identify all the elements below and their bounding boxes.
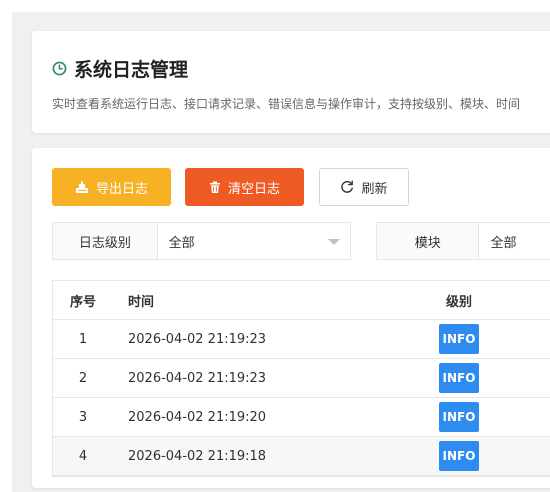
row-index: 1 — [78, 331, 88, 347]
level-badge: INFO — [439, 402, 479, 432]
clear-logs-button[interactable]: 清空日志 — [185, 168, 304, 206]
row-time: 2026-04-02 21:19:20 — [128, 409, 267, 425]
row-level-cell: INFO — [409, 441, 509, 471]
row-level-cell: INFO — [409, 324, 509, 354]
row-time: 2026-04-02 21:19:18 — [128, 448, 267, 464]
level-select-value: 全部 — [168, 235, 195, 251]
row-level-cell: INFO — [409, 363, 509, 393]
log-table: 序号 时间 级别 1 2026-04-02 21:19:23 INFO 2 20… — [52, 280, 550, 477]
trash-icon — [209, 181, 221, 194]
level-filter-label: 日志级别 — [53, 223, 158, 259]
chevron-down-icon — [328, 239, 340, 245]
table-row[interactable]: 2 2026-04-02 21:19:23 INFO — [53, 359, 550, 398]
table-row[interactable]: 3 2026-04-02 21:19:20 INFO — [53, 398, 550, 437]
column-header-level: 级别 — [445, 294, 472, 310]
level-badge: INFO — [439, 324, 479, 354]
module-select-value: 全部 — [490, 235, 517, 251]
table-row[interactable]: 4 2026-04-02 21:19:18 INFO — [53, 437, 550, 476]
level-select[interactable]: 全部 — [157, 223, 350, 259]
clock-icon — [52, 61, 67, 76]
level-badge: INFO — [439, 363, 479, 393]
table-row[interactable]: 1 2026-04-02 21:19:23 INFO — [53, 320, 550, 359]
row-index: 2 — [78, 370, 88, 386]
column-header-index: 序号 — [69, 294, 96, 310]
module-filter: 模块 全部 — [376, 222, 550, 260]
log-panel: 导出日志 清空日志 刷新 日志级别 全部 模块 全部 序号 时间 级别 1 20… — [32, 148, 550, 488]
refresh-label: 刷新 — [361, 181, 388, 197]
column-header-time: 时间 — [128, 294, 155, 310]
export-logs-button[interactable]: 导出日志 — [52, 168, 171, 206]
module-filter-label: 模块 — [377, 223, 480, 259]
module-select[interactable]: 全部 — [479, 223, 550, 259]
row-time: 2026-04-02 21:19:23 — [128, 331, 267, 347]
level-filter: 日志级别 全部 — [52, 222, 351, 260]
row-level-cell: INFO — [409, 402, 509, 432]
level-badge: INFO — [439, 441, 479, 471]
header-card: 系统日志管理 实时查看系统运行日志、接口请求记录、错误信息与操作审计，支持按级别… — [32, 31, 550, 133]
row-index: 3 — [78, 409, 88, 425]
refresh-button[interactable]: 刷新 — [319, 168, 409, 206]
clear-logs-label: 清空日志 — [227, 181, 280, 197]
export-icon — [75, 181, 89, 194]
row-index: 4 — [78, 448, 88, 464]
export-logs-label: 导出日志 — [95, 181, 148, 197]
row-time: 2026-04-02 21:19:23 — [128, 370, 267, 386]
title-row: 系统日志管理 — [52, 56, 189, 81]
refresh-icon — [340, 180, 354, 194]
table-header: 序号 时间 级别 — [53, 281, 550, 320]
page-description: 实时查看系统运行日志、接口请求记录、错误信息与操作审计，支持按级别、模块、时间 — [52, 97, 521, 111]
page-title: 系统日志管理 — [74, 58, 189, 81]
